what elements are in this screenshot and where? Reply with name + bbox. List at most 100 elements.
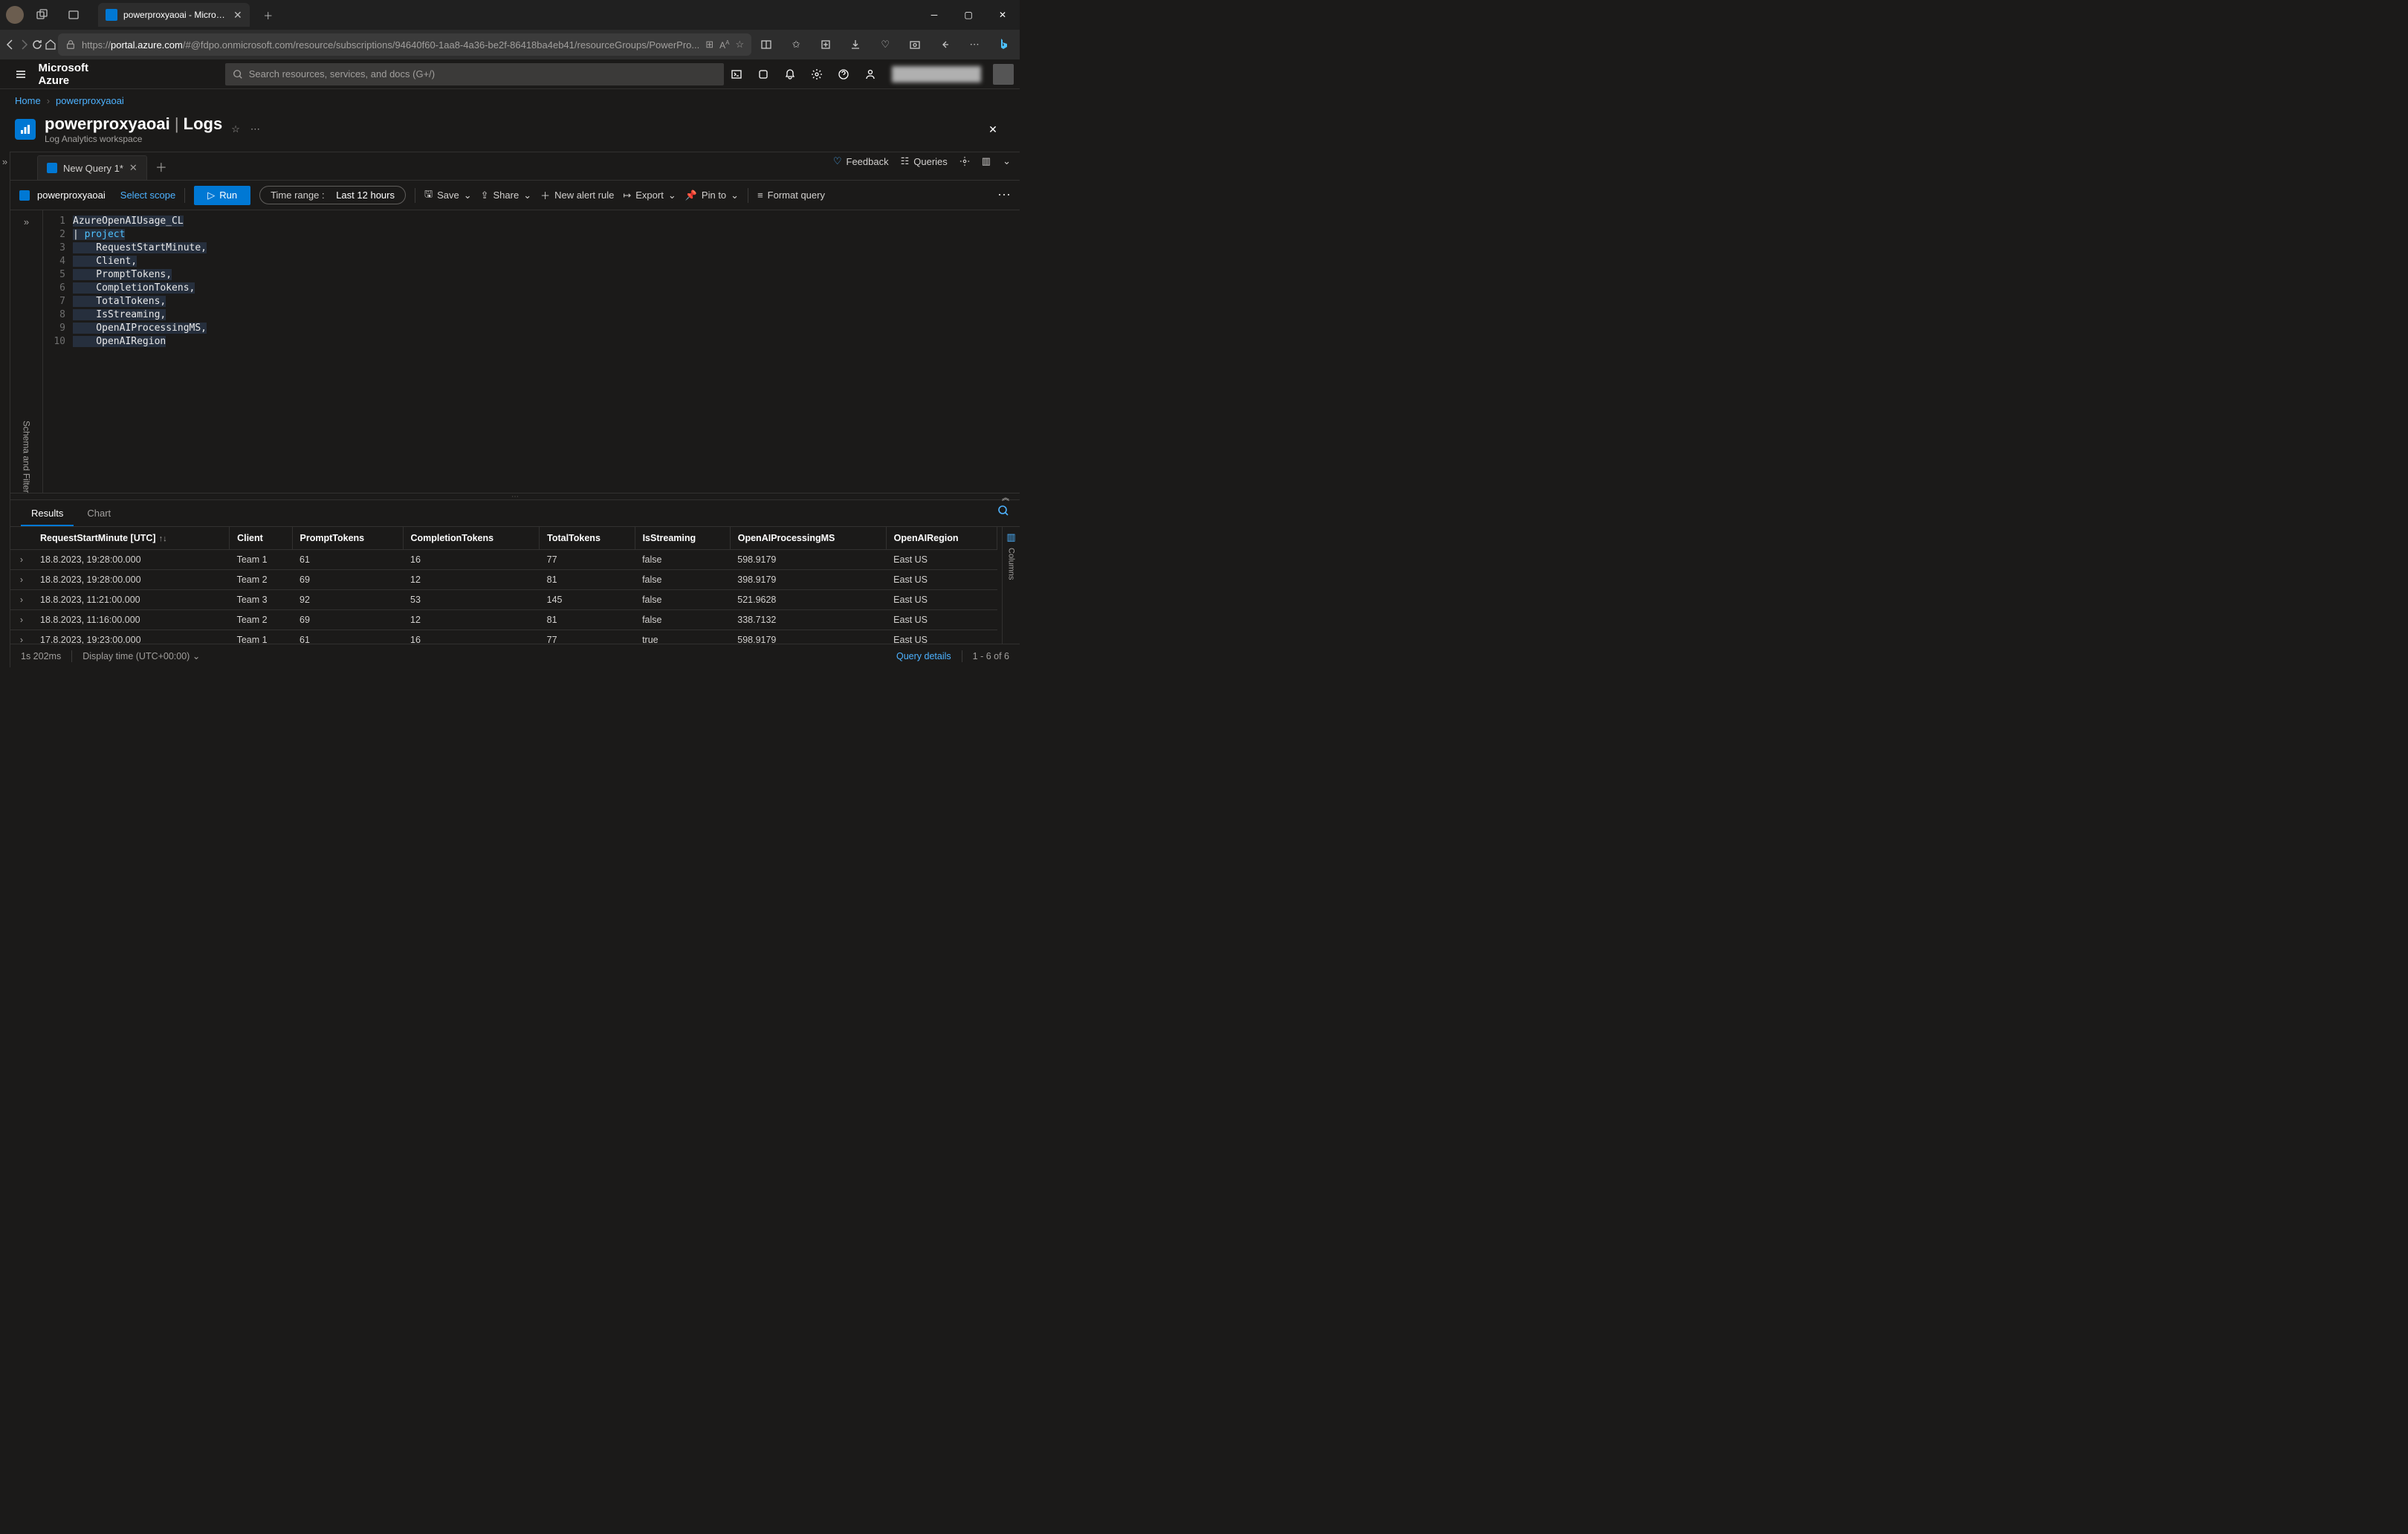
layout-icon[interactable]: ▥ [982,155,991,167]
chart-tab[interactable]: Chart [77,502,121,526]
nav-refresh-button[interactable] [31,31,43,58]
results-tab[interactable]: Results [21,502,74,526]
column-header[interactable]: IsStreaming [635,527,730,550]
schema-filter-panel[interactable]: » Schema and Filter [10,210,43,493]
new-tab-button[interactable]: ＋ [256,0,281,30]
expand-row-icon[interactable]: › [10,590,33,610]
azure-brand-label[interactable]: Microsoft Azure [38,62,120,87]
table-row[interactable]: ›18.8.2023, 19:28:00.000Team 1611677fals… [10,550,997,570]
feedback-person-icon[interactable] [858,59,883,89]
cell: 81 [540,570,635,590]
results-search-icon[interactable] [997,505,1009,517]
more-icon[interactable]: ⋯ [250,123,260,135]
table-row[interactable]: ›18.8.2023, 19:28:00.000Team 2691281fals… [10,570,997,590]
account-avatar[interactable] [993,64,1014,85]
bing-icon[interactable] [991,31,1017,58]
expand-row-icon[interactable]: › [10,550,33,570]
expand-row-icon[interactable]: › [10,610,33,630]
scope-selector[interactable]: powerproxyaoai Select scope [19,190,175,201]
toolbar-more-icon[interactable]: ⋯ [997,187,1011,203]
cell: 338.7132 [730,610,886,630]
close-blade-button[interactable]: ✕ [981,117,1005,141]
workspaces-icon[interactable] [30,0,55,30]
feedback-link[interactable]: ♡Feedback [833,155,889,167]
query-tabs: New Query 1* ✕ ＋ ♡Feedback ☷Queries ▥ ⌄ [10,152,1020,181]
profile-avatar[interactable] [6,6,24,24]
performance-icon[interactable]: ♡ [872,31,899,58]
cell: Team 1 [230,550,292,570]
breadcrumb-home[interactable]: Home [15,95,41,106]
nav-back-button[interactable] [4,31,16,58]
share-button[interactable]: ⇪Share ⌄ [481,190,532,201]
favorite-star-icon[interactable]: ☆ [736,39,745,51]
left-collapse-handle[interactable]: » [0,152,10,667]
column-header[interactable]: CompletionTokens [403,527,540,550]
tab-close-icon[interactable]: ✕ [233,9,242,22]
column-header[interactable]: Client [230,527,292,550]
notifications-icon[interactable] [777,59,803,89]
table-row[interactable]: ›18.8.2023, 11:16:00.000Team 2691281fals… [10,610,997,630]
column-header[interactable]: RequestStartMinute [UTC]↑↓ [33,527,230,550]
expand-row-icon[interactable]: › [10,630,33,644]
columns-rail[interactable]: ▥ Columns [1002,527,1020,644]
collections-icon[interactable] [812,31,839,58]
nav-home-button[interactable] [45,31,56,58]
chevron-down-icon[interactable]: ⌄ [1003,155,1011,167]
help-icon[interactable] [831,59,856,89]
display-time-selector[interactable]: Display time (UTC+00:00) ⌄ [82,650,200,661]
query-editor[interactable]: 12345678910 AzureOpenAIUsage_CL| project… [43,210,1020,493]
address-input[interactable]: https://portal.azure.com/#@fdpo.onmicros… [58,33,751,56]
table-row[interactable]: ›18.8.2023, 11:21:00.000Team 39253145fal… [10,590,997,610]
breadcrumb: Home › powerproxyaoai [0,89,1020,111]
downloads-icon[interactable] [842,31,869,58]
column-header[interactable]: TotalTokens [540,527,635,550]
column-header[interactable]: OpenAIRegion [886,527,997,550]
app-mode-icon[interactable]: ⊞ [705,39,713,51]
tab-actions-icon[interactable] [61,0,86,30]
save-button[interactable]: 🖫Save ⌄ [424,187,472,204]
nav-forward-button[interactable] [18,31,30,58]
browser-tab[interactable]: powerproxyaoai - Microsoft Azu ✕ [98,3,250,27]
pin-button[interactable]: 📌Pin to ⌄ [685,190,739,201]
screenshot-icon[interactable] [902,31,928,58]
expand-row-icon[interactable]: › [10,570,33,590]
portal-menu-button[interactable] [6,59,35,89]
plus-icon: ＋ [540,188,550,202]
query-details-link[interactable]: Query details [896,651,951,661]
query-settings-icon[interactable] [959,156,970,166]
expand-schema-icon[interactable]: » [24,216,29,227]
cell: 521.9628 [730,590,886,610]
breadcrumb-item[interactable]: powerproxyaoai [56,95,124,106]
query-tab-active[interactable]: New Query 1* ✕ [37,155,147,180]
page-header: powerproxyaoai | Logs Log Analytics work… [0,111,1020,152]
new-alert-button[interactable]: ＋New alert rule [540,188,614,202]
run-button[interactable]: ▷Run [194,186,250,205]
settings-gear-icon[interactable] [804,59,829,89]
pin-star-icon[interactable]: ☆ [231,123,240,135]
copilot-icon[interactable] [751,59,776,89]
favorites-icon[interactable]: ✩ [783,31,809,58]
queries-link[interactable]: ☷Queries [901,155,948,167]
export-button[interactable]: ↦Export ⌄ [623,190,676,201]
window-maximize[interactable]: ▢ [951,0,985,30]
add-query-tab-button[interactable]: ＋ [150,158,172,180]
editor-code[interactable]: AzureOpenAIUsage_CL| project RequestStar… [73,215,1020,488]
azure-search-input[interactable]: Search resources, services, and docs (G+… [225,63,724,85]
split-screen-icon[interactable] [753,31,780,58]
cloud-shell-icon[interactable] [724,59,749,89]
account-info[interactable] [884,59,988,89]
share-icon[interactable] [931,31,958,58]
save-icon: 🖫 [424,187,433,204]
format-query-button[interactable]: ≡Format query [757,190,825,201]
query-tab-close-icon[interactable]: ✕ [129,162,137,174]
table-row[interactable]: ›17.8.2023, 19:23:00.000Team 1611677true… [10,630,997,644]
window-close[interactable]: ✕ [985,0,1020,30]
text-size-icon[interactable]: AA [719,39,729,51]
column-header[interactable]: PromptTokens [292,527,403,550]
column-header[interactable]: OpenAIProcessingMS [730,527,886,550]
browser-menu-icon[interactable]: ⋯ [961,31,988,58]
azure-top-bar: Microsoft Azure Search resources, servic… [0,59,1020,89]
results-splitter[interactable]: ⋯︽ [10,493,1020,500]
window-minimize[interactable]: ─ [917,0,951,30]
time-range-picker[interactable]: Time range : Last 12 hours [259,186,406,204]
